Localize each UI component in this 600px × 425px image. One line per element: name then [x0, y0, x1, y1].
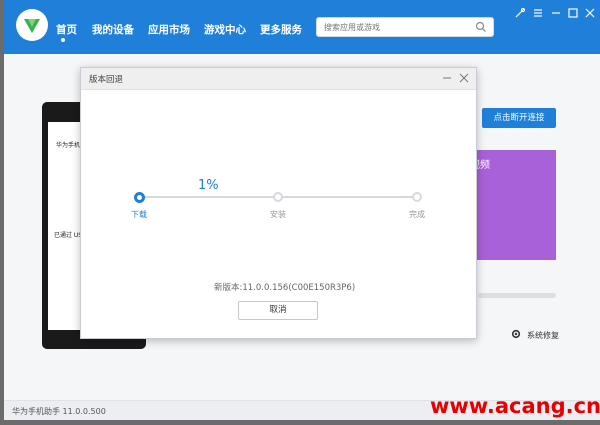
- step-node-download: [134, 192, 145, 203]
- version-rollback-dialog: 版本回退: [80, 67, 477, 339]
- gear-icon[interactable]: [510, 328, 522, 340]
- progress-percent: 1%: [198, 178, 219, 193]
- disconnect-button[interactable]: 点击断开连接: [482, 108, 556, 128]
- dialog-title-bar: 版本回退: [81, 68, 476, 90]
- dialog-minimize-icon[interactable]: [442, 73, 452, 83]
- nav-more-services[interactable]: 更多服务: [260, 22, 302, 37]
- watermark: www.acang.cn: [430, 394, 600, 418]
- nav-game-center[interactable]: 游戏中心: [204, 22, 246, 37]
- nav-active-indicator: [61, 38, 65, 42]
- maximize-icon[interactable]: [567, 7, 579, 19]
- step-node-complete: [412, 192, 422, 202]
- dialog-close-icon[interactable]: [459, 73, 469, 83]
- search-icon[interactable]: [475, 21, 487, 33]
- system-repair-label[interactable]: 系统修复: [527, 330, 559, 341]
- search-placeholder: 搜索应用或游戏: [324, 23, 380, 32]
- minimize-icon[interactable]: [550, 7, 562, 19]
- app-version: 华为手机助手 11.0.0.500: [12, 407, 106, 416]
- search-box[interactable]: 搜索应用或游戏: [316, 17, 494, 37]
- background-progress-bar: [478, 293, 556, 298]
- nav-my-devices[interactable]: 我的设备: [92, 22, 134, 37]
- nav-app-market[interactable]: 应用市场: [148, 22, 190, 37]
- close-icon[interactable]: [584, 7, 596, 19]
- top-header: 首页 我的设备 应用市场 游戏中心 更多服务 搜索应用或游戏: [4, 0, 600, 54]
- step-label-install: 安装: [270, 210, 286, 219]
- menu-icon[interactable]: [532, 7, 544, 19]
- nav-home[interactable]: 首页: [56, 22, 77, 37]
- step-label-complete: 完成: [409, 210, 425, 219]
- cancel-button[interactable]: 取消: [238, 301, 318, 320]
- skin-icon[interactable]: [514, 7, 526, 19]
- new-version-label: 新版本:11.0.0.156(C00E150R3P6): [214, 283, 356, 293]
- step-node-install: [273, 192, 283, 202]
- dialog-title: 版本回退: [89, 75, 124, 85]
- app-logo-icon: [16, 9, 48, 41]
- step-label-download: 下载: [131, 210, 147, 219]
